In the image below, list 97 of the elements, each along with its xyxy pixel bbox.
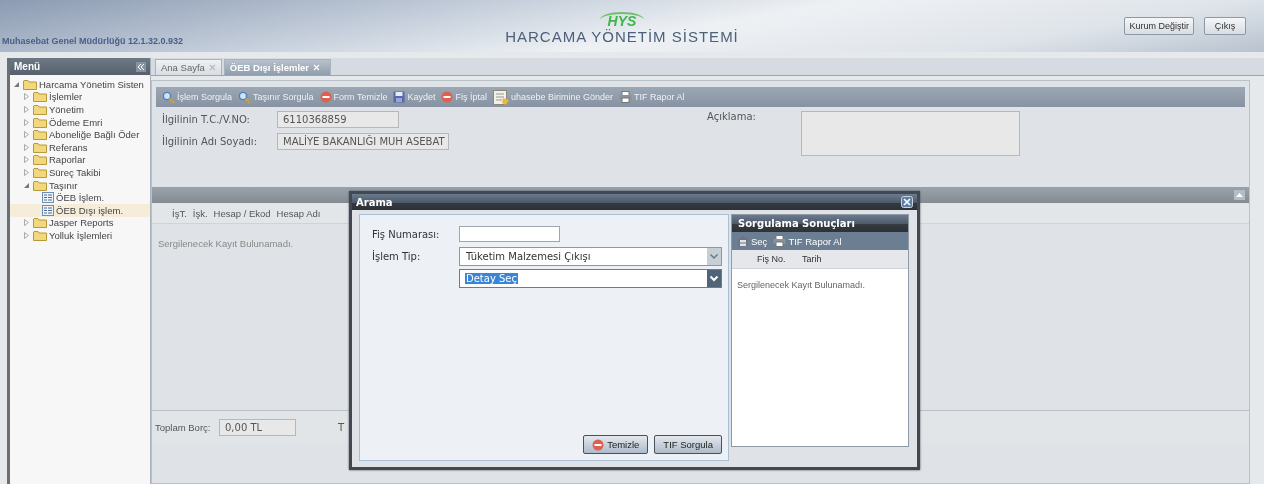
folder-icon <box>33 166 47 178</box>
tree-label: Raporlar <box>49 154 86 166</box>
collapsed-triangle-icon[interactable] <box>23 219 30 227</box>
collapsed-triangle-icon[interactable] <box>23 168 30 176</box>
column-header[interactable]: İşk. <box>192 207 208 219</box>
tree-item[interactable]: Aboneliğe Bağlı Öder <box>10 128 150 141</box>
form-icon <box>42 204 54 216</box>
collapsed-triangle-icon[interactable] <box>23 143 30 151</box>
search-icon <box>162 90 175 104</box>
collapsed-triangle-icon[interactable] <box>23 131 30 139</box>
field-label: İşlem Tip: <box>372 250 422 262</box>
folder-icon <box>33 217 47 229</box>
folder-icon <box>33 116 47 128</box>
tree-item[interactable]: İşlemler <box>10 90 150 104</box>
field-label: İlgilinin Adı Soyadı: <box>162 136 259 147</box>
total-label: Toplam Borç: <box>155 421 212 433</box>
logout-button[interactable]: Çıkış <box>1204 17 1246 35</box>
menu-title: Menü <box>14 61 42 72</box>
dialog-title: Arama <box>356 196 393 208</box>
printer-icon <box>773 235 787 247</box>
dropdown-field[interactable]: Detay Seç <box>459 268 722 288</box>
tree-label: Yönetim <box>49 104 84 115</box>
tree-item[interactable]: Yönetim <box>10 103 150 116</box>
tree-item[interactable]: ÖEB Dışı işlem. <box>10 203 150 217</box>
form-icon <box>42 192 54 204</box>
tree-item[interactable]: Jasper Reports <box>10 216 150 230</box>
tree-label: Yolluk İşlemleri <box>49 229 112 241</box>
empty-message: Sergilenecek Kayıt Bulunamadı. <box>736 279 867 292</box>
collapsed-triangle-icon[interactable] <box>23 118 30 126</box>
tree-label: ÖEB İşlem. <box>56 192 105 204</box>
collapsed-triangle-icon[interactable] <box>23 93 30 101</box>
stop-icon <box>319 91 332 103</box>
toolbar-button[interactable]: TIF Rapor Al <box>773 235 842 247</box>
toolbar-button[interactable]: Seç <box>737 235 768 247</box>
printer-icon <box>619 91 632 103</box>
column-header[interactable]: Hesap / Ekod <box>213 207 271 219</box>
collapsed-triangle-icon[interactable] <box>23 231 30 239</box>
close-icon[interactable] <box>901 196 913 208</box>
folder-icon <box>33 91 47 103</box>
cabinet-icon <box>737 235 749 247</box>
input-field[interactable] <box>459 226 560 242</box>
folder-icon <box>33 154 47 166</box>
clear-button[interactable]: Temizle <box>583 435 649 454</box>
version-text: Muhasebat Genel Müdürlüğü 12.1.32.0.932 <box>2 36 185 48</box>
collapsed-triangle-icon[interactable] <box>23 156 30 164</box>
panel-title: Sorgulama Sonuçları <box>738 218 855 229</box>
tree-label: Jasper Reports <box>49 217 114 229</box>
dropdown-field[interactable]: Tüketim Malzemesi Çıkışı <box>459 246 722 266</box>
field-label: İlgilinin T.C./V.NO: <box>162 114 251 125</box>
column-header[interactable]: Hesap Adı <box>276 207 321 219</box>
search-icon <box>238 90 252 104</box>
tree-item[interactable]: Referans <box>10 140 150 154</box>
app-title: HARCAMA YÖNETİM SİSTEMİ <box>505 28 739 45</box>
collapse-icon[interactable] <box>1234 190 1245 200</box>
column-header[interactable]: Fiş No. <box>732 254 802 264</box>
expanded-triangle-icon[interactable] <box>13 80 20 88</box>
column-header[interactable]: Tarih <box>802 254 822 264</box>
tree-label: Ödeme Emri <box>49 116 103 128</box>
tree-label: İşlemler <box>49 91 83 103</box>
tree-label: Referans <box>49 141 88 153</box>
tree-label: Taşınır <box>49 179 78 191</box>
switch-institution-button[interactable]: Kurum Değiştir <box>1124 17 1194 35</box>
folder-icon <box>33 179 47 191</box>
column-header[interactable]: İşT. <box>172 207 187 219</box>
input-field[interactable]: 6110368859 <box>277 111 399 128</box>
input-field[interactable]: MALİYE BAKANLIĞI MUH ASEBAT <box>277 133 449 150</box>
folder-icon <box>33 104 47 115</box>
collapsed-triangle-icon[interactable] <box>23 106 30 113</box>
tree-item[interactable]: Raporlar <box>10 153 150 167</box>
stop-icon <box>441 91 454 103</box>
folder-icon <box>33 129 47 141</box>
tree-item[interactable]: Yolluk İşlemleri <box>10 229 150 242</box>
field-label: Açıklama: <box>707 111 756 124</box>
field-label: Fiş Numarası: <box>372 228 441 240</box>
tree-item[interactable]: Taşınır <box>10 178 150 192</box>
query-button[interactable]: TIF Sorgula <box>654 435 722 454</box>
tree-item[interactable]: Ödeme Emri <box>10 115 150 129</box>
tab[interactable]: Ana Sayfa <box>155 59 222 75</box>
tree-item[interactable]: Harcama Yönetim Sisten <box>10 78 150 91</box>
folder-icon <box>33 229 47 241</box>
logo-text: HYS <box>599 12 645 28</box>
field-label: T <box>338 421 345 433</box>
empty-message: Sergilenecek Kayıt Bulunamadı. <box>158 238 294 249</box>
expanded-triangle-icon[interactable] <box>23 181 30 189</box>
document-icon <box>492 89 511 105</box>
tree-label: Süreç Takibi <box>49 166 101 178</box>
tree-label: ÖEB Dışı işlem. <box>56 204 124 216</box>
tree-label: Harcama Yönetim Sisten <box>39 78 144 90</box>
stop-icon <box>592 438 605 451</box>
tree-item[interactable]: Süreç Takibi <box>10 166 150 179</box>
folder-icon <box>23 78 37 90</box>
description-field[interactable] <box>800 111 1020 156</box>
total-field: 0,00 TL <box>219 418 296 436</box>
tree-label: Aboneliğe Bağlı Öder <box>49 129 140 141</box>
folder-icon <box>33 141 47 153</box>
tree-item[interactable]: ÖEB İşlem. <box>10 191 150 204</box>
collapse-icon[interactable] <box>136 61 146 72</box>
